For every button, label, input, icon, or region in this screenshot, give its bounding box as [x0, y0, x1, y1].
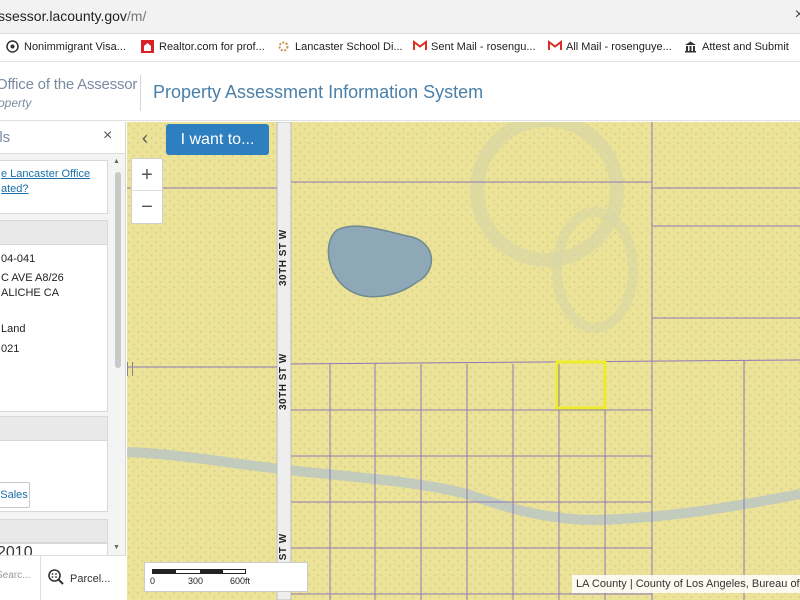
parcel-search-icon [47, 568, 65, 589]
parcel-map[interactable] [127, 122, 800, 600]
page-title: Property Assessment Information System [153, 82, 484, 102]
close-panel-icon[interactable]: × [103, 127, 112, 145]
details-panel-header: ils × [0, 122, 125, 154]
browser-url-bar[interactable]: ssessor.lacounty.gov/m/ × [0, 0, 800, 34]
office-location-link[interactable]: e Lancaster Office ated? [1, 167, 105, 197]
parcel-use-type: Land [1, 323, 26, 335]
map-canvas[interactable] [127, 122, 800, 600]
school-icon [277, 40, 290, 53]
gmail-icon [548, 40, 562, 53]
seal-icon [6, 40, 19, 53]
bookmark-all-mail[interactable]: All Mail - rosenguye... [548, 40, 672, 53]
bookmark-realtor[interactable]: Realtor.com for prof... [141, 40, 265, 53]
bookmark-sent-mail[interactable]: Sent Mail - rosengu... [413, 40, 536, 53]
street-label: 30TH ST W [278, 229, 289, 286]
parcel-year: 021 [1, 343, 20, 355]
bookmark-attest-submit[interactable]: Attest and Submit [684, 40, 789, 53]
street-label: 30TH ST W [278, 353, 289, 410]
panel-resize-handle[interactable] [127, 362, 133, 376]
close-icon[interactable]: × [795, 6, 800, 24]
parcel-apn: 04-041 [1, 253, 36, 265]
scale-label-end: 600ft [230, 576, 251, 586]
gmail-icon [413, 40, 427, 53]
scroll-thumb[interactable] [115, 172, 121, 368]
header-divider [140, 75, 141, 111]
bookmark-nonimmigrant-visa[interactable]: Nonimmigrant Visa... [6, 40, 126, 53]
sales-button[interactable]: Sales [0, 482, 30, 508]
sales-section-header [0, 416, 108, 440]
scroll-up-icon[interactable]: ▲ [113, 158, 120, 165]
parcel-info-header [0, 220, 108, 244]
bank-icon [684, 40, 697, 53]
value-section-header [0, 519, 108, 543]
parcel-address-line2: ALICHE CA [1, 287, 60, 299]
panel-scrollbar[interactable]: ▲ ▼ [113, 158, 123, 558]
tab-search[interactable]: Searc... [0, 570, 30, 581]
scale-ruler [152, 569, 246, 574]
scale-label-mid: 300 [188, 576, 204, 586]
app-header: Office of the Assessor operty Property A… [0, 63, 800, 121]
parcel-info-card: 04-041 C AVE A8/26 ALICHE CA Land 021 [0, 244, 108, 412]
collapse-panel-button[interactable]: ‹ [133, 126, 157, 152]
assessor-brand-subtitle: operty [0, 96, 32, 110]
assessor-brand[interactable]: Office of the Assessor [0, 76, 137, 93]
zoom-control: + − [131, 158, 163, 224]
map-attribution: LA County | County of Los Angeles, Burea… [572, 575, 800, 593]
bookmark-lancaster-school[interactable]: Lancaster School Di... [277, 40, 403, 53]
tab-parcel-label: Parcel... [70, 572, 111, 585]
parcel-address-line1: C AVE A8/26 [1, 272, 64, 284]
realtor-icon [141, 40, 154, 53]
details-panel-title: ils [0, 129, 11, 146]
office-info-card: e Lancaster Office ated? [0, 160, 108, 214]
map-scale-bar: 0 300 600ft [144, 562, 308, 592]
scroll-down-icon[interactable]: ▼ [113, 544, 120, 551]
tab-parcel[interactable]: Parcel... [40, 556, 116, 600]
url-text[interactable]: ssessor.lacounty.gov/m/ [0, 8, 146, 24]
bookmarks-bar: Nonimmigrant Visa... Realtor.com for pro… [0, 34, 800, 62]
zoom-in-button[interactable]: + [132, 159, 162, 191]
panel-tabs: Searc... Parcel... [0, 555, 126, 600]
zoom-out-button[interactable]: − [132, 191, 162, 223]
details-panel: ils × e Lancaster Office ated? 04-041 C … [0, 122, 126, 600]
scale-label-zero: 0 [150, 576, 156, 586]
i-want-to-button[interactable]: I want to... [166, 124, 269, 155]
